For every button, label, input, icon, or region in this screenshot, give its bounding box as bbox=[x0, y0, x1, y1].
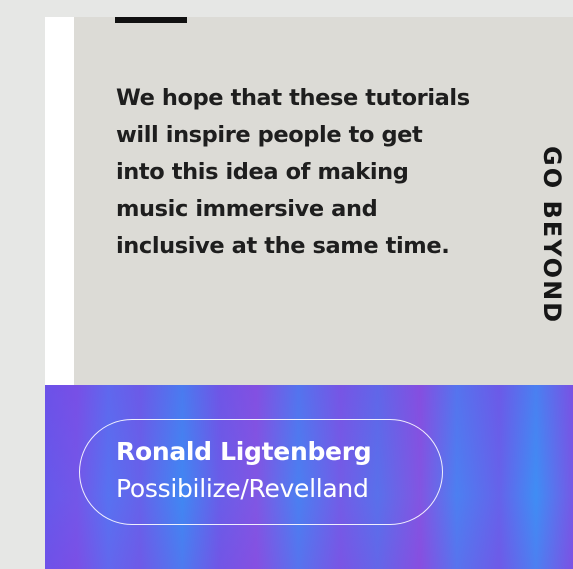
quote-line: inclusive at the same time. bbox=[116, 233, 450, 259]
quote-line: will inspire people to get bbox=[116, 122, 423, 148]
author-organization: Possibilize/Revelland bbox=[116, 474, 369, 503]
author-pill bbox=[79, 419, 443, 525]
quote-line: into this idea of making bbox=[116, 159, 409, 185]
quote-line: music immersive and bbox=[116, 196, 378, 222]
quote-text: We hope that these tutorials will inspir… bbox=[116, 80, 506, 265]
quote-line: We hope that these tutorials bbox=[116, 85, 470, 111]
go-beyond-label: GO BEYOND bbox=[538, 146, 566, 325]
accent-bar bbox=[115, 17, 187, 23]
author-name: Ronald Ligtenberg bbox=[116, 437, 372, 466]
